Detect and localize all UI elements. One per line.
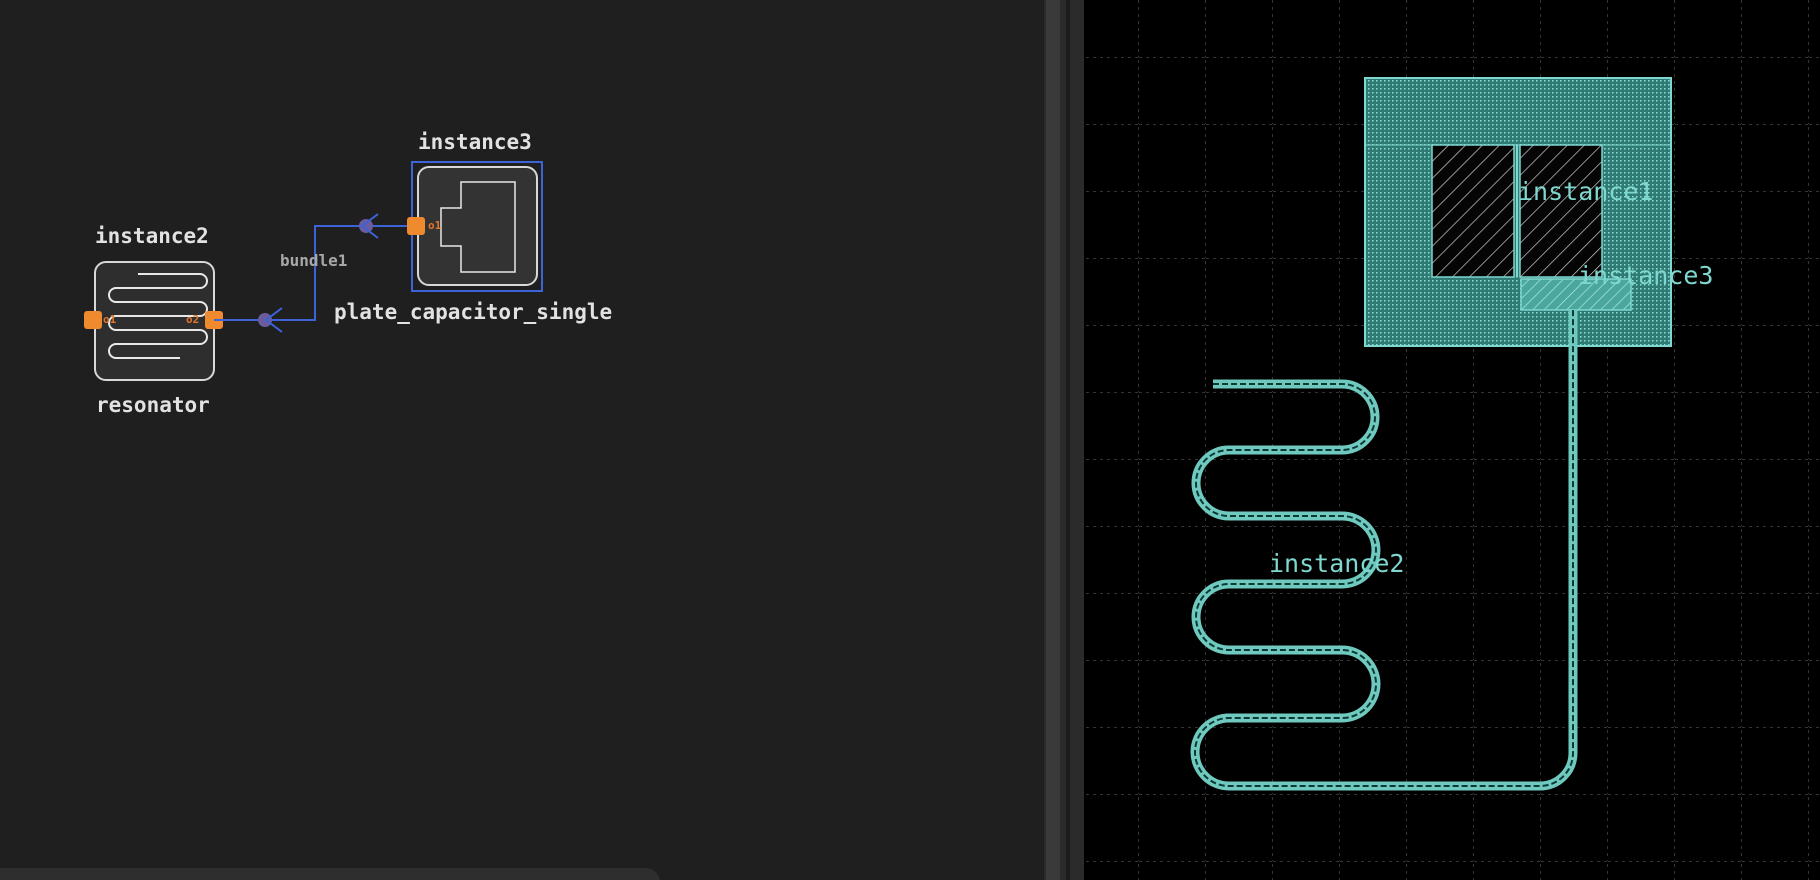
instance3-name: instance3 xyxy=(418,130,532,154)
port-o1-label-instance3: o1 xyxy=(428,219,442,232)
bottom-panel-edge xyxy=(0,868,660,880)
panel-splitter[interactable] xyxy=(1044,0,1084,880)
schematic-canvas[interactable]: instance2 resonator instance3 plate_capa… xyxy=(0,0,1044,880)
splitter-divider xyxy=(1066,0,1070,880)
bundle1-label: bundle1 xyxy=(280,251,348,270)
layout-label-instance1: instance1 xyxy=(1518,177,1653,206)
instance3-component: plate_capacitor_single xyxy=(334,300,613,324)
splitter-handle[interactable] xyxy=(1046,0,1060,880)
instance2-component: resonator xyxy=(96,393,210,417)
layout-canvas: instance1 instance3 instance2 xyxy=(1084,0,1820,880)
instance2-name: instance2 xyxy=(95,224,209,248)
port-o1-instance3[interactable] xyxy=(407,217,425,235)
instance1-geometry[interactable] xyxy=(1364,77,1672,347)
layout-label-instance3: instance3 xyxy=(1578,261,1713,290)
layout-label-instance2: instance2 xyxy=(1269,549,1404,578)
port-o1-label: o1 xyxy=(103,313,117,326)
port-o1-instance2[interactable] xyxy=(84,311,102,329)
layout-viewer[interactable]: instance1 instance3 instance2 xyxy=(1084,0,1820,880)
port-o2-label: o2 xyxy=(186,313,200,326)
